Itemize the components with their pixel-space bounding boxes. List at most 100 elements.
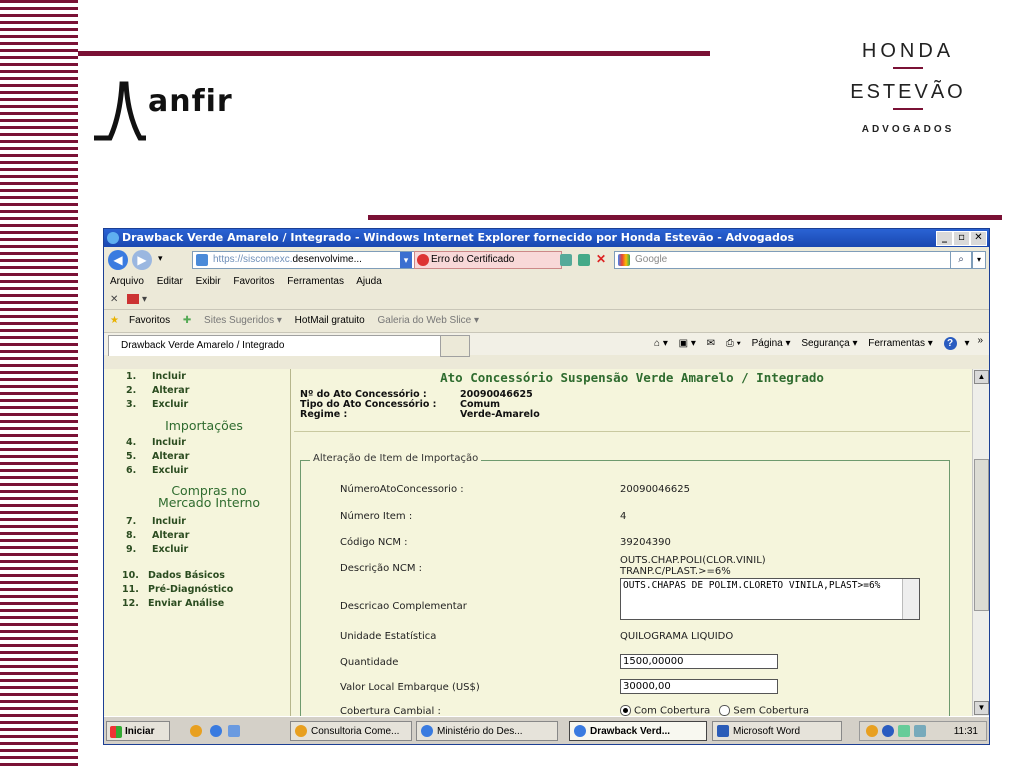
cobertura-options: Com Cobertura Sem Cobertura [620, 705, 809, 716]
menu-favoritos[interactable]: Favoritos [233, 276, 274, 287]
back-button[interactable]: ◀ [108, 250, 128, 270]
task-drawback[interactable]: Drawback Verd... [569, 721, 707, 741]
cmd-ferramentas[interactable]: Ferramentas ▾ [868, 338, 932, 349]
maximize-button[interactable]: ▫ [953, 231, 970, 246]
nav-item-enviar-analise[interactable]: 12. Enviar Análise [122, 598, 224, 609]
nav-label: Incluir [152, 371, 186, 382]
task-consultoria[interactable]: Consultoria Come... [290, 721, 412, 741]
task-ministerio[interactable]: Ministério do Des... [416, 721, 558, 741]
new-tab-button[interactable] [440, 335, 470, 357]
start-button[interactable]: Iniciar [106, 721, 170, 741]
search-placeholder: Google [635, 254, 668, 265]
close-addon-icon[interactable]: ✕ [110, 294, 118, 305]
logo-line-advogados: ADVOGADOS [861, 124, 955, 135]
search-icon[interactable]: ⌕ [950, 251, 972, 269]
url-dropdown-icon[interactable]: ▾ [400, 252, 412, 268]
menu-ferramentas[interactable]: Ferramentas [287, 276, 344, 287]
textarea-scrollbar[interactable] [902, 579, 919, 619]
fav-galeria[interactable]: Galeria do Web Slice ▾ [377, 315, 479, 326]
nav-num: 12. [122, 598, 139, 609]
addon-icon[interactable] [127, 294, 140, 305]
nav-num: 7. [126, 516, 137, 527]
scroll-up-icon[interactable]: ▲ [974, 370, 989, 384]
window-titlebar[interactable]: Drawback Verde Amarelo / Integrado - Win… [104, 229, 989, 247]
valor-input[interactable]: 30000,00 [620, 679, 778, 694]
nav-num: 5. [126, 451, 137, 462]
tray-icon-4[interactable] [914, 725, 926, 737]
numero-ato-value: 20090046625 [620, 484, 690, 495]
history-dropdown-icon[interactable]: ▾ [158, 253, 163, 264]
fav-sites-sugeridos[interactable]: Sites Sugeridos ▾ [204, 315, 282, 326]
taskbar: Iniciar Consultoria Come... Ministério d… [104, 716, 989, 744]
search-input[interactable]: Google [614, 251, 966, 269]
nav-num: 10. [122, 570, 139, 581]
nav-item-incluir-compras[interactable]: 7. Incluir [126, 516, 186, 527]
menu-arquivo[interactable]: Arquivo [110, 276, 144, 287]
mail-icon[interactable]: ✉ [707, 338, 715, 349]
task-app-icon [295, 725, 307, 737]
menu-ajuda[interactable]: Ajuda [356, 276, 382, 287]
nav-num: 1. [126, 371, 137, 382]
minimize-button[interactable]: _ [936, 231, 953, 246]
nav-item-dados-basicos[interactable]: 10. Dados Básicos [122, 570, 225, 581]
url-domain: desenvolvime... [292, 254, 362, 265]
numero-item-value: 4 [620, 511, 627, 522]
add-favorite-icon[interactable]: ✚ [183, 315, 191, 326]
close-button[interactable]: ✕ [970, 231, 987, 246]
radio-sem-cobertura[interactable] [719, 705, 731, 716]
nav-item-incluir[interactable]: 1. Incluir [126, 371, 186, 382]
nav-item-alterar-compras[interactable]: 8. Alterar [126, 530, 189, 541]
desc-comp-textarea[interactable]: OUTS.CHAPAS DE POLIM.CLORETO VINILA,PLAS… [620, 578, 920, 620]
clock[interactable]: 11:31 [954, 726, 978, 737]
forward-button[interactable]: ▶ [132, 250, 152, 270]
cmd-pagina[interactable]: Página ▾ [752, 338, 791, 349]
nav-item-excluir-compras[interactable]: 9. Excluir [126, 544, 188, 555]
addon-dropdown-icon[interactable]: ▾ [142, 294, 147, 305]
feeds-icon[interactable]: ▣ ▾ [679, 338, 696, 349]
sem-cobertura-label: Sem Cobertura [733, 705, 810, 717]
quicklaunch-ie-icon[interactable] [210, 725, 222, 737]
quantidade-input[interactable]: 1500,00000 [620, 654, 778, 669]
refresh-icon[interactable] [578, 254, 590, 266]
certificate-error-button[interactable]: Erro do Certificado [414, 251, 562, 269]
help-icon[interactable]: ? [943, 337, 957, 350]
fav-hotmail[interactable]: HotMail gratuito [295, 315, 365, 326]
nav-item-excluir-importacao[interactable]: 6. Excluir [126, 465, 188, 476]
nav-item-alterar-importacao[interactable]: 5. Alterar [126, 451, 189, 462]
quicklaunch-icon-3[interactable] [228, 725, 240, 737]
url-field[interactable]: https://siscomexc.desenvolvime... [192, 251, 426, 269]
nav-item-pre-diagnostico[interactable]: 11. Pré-Diagnóstico [122, 584, 233, 595]
middle-rule [368, 215, 1002, 220]
scroll-down-icon[interactable]: ▼ [974, 701, 989, 715]
nav-label: Alterar [152, 451, 190, 462]
tray-network-icon[interactable] [898, 725, 910, 737]
tab-drawback[interactable]: Drawback Verde Amarelo / Integrado [108, 335, 442, 356]
nav-item-excluir[interactable]: 3. Excluir [126, 399, 188, 410]
compatibility-icon[interactable] [560, 254, 572, 266]
nav-label: Incluir [152, 437, 186, 448]
search-options-icon[interactable]: ▾ [972, 251, 986, 269]
quicklaunch-icon-1[interactable] [190, 725, 202, 737]
chevron-more-icon[interactable]: » [977, 335, 983, 346]
task-ie-icon [574, 725, 586, 737]
browser-window: Drawback Verde Amarelo / Integrado - Win… [103, 228, 990, 745]
nav-item-incluir-importacao[interactable]: 4. Incluir [126, 437, 186, 448]
scroll-thumb[interactable] [974, 459, 989, 611]
menu-editar[interactable]: Editar [157, 276, 183, 287]
home-icon[interactable]: ⌂ ▾ [654, 338, 668, 349]
tray-icon-1[interactable] [866, 725, 878, 737]
nav-item-alterar[interactable]: 2. Alterar [126, 385, 189, 396]
print-icon[interactable]: ⎙ ▾ [726, 338, 741, 349]
nav-label: Pré-Diagnóstico [148, 584, 234, 595]
valor-label: Valor Local Embarque (US$) [340, 682, 480, 693]
divider [294, 431, 970, 432]
tray-icon-2[interactable] [882, 725, 894, 737]
menu-exibir[interactable]: Exibir [196, 276, 221, 287]
task-word[interactable]: Microsoft Word [712, 721, 842, 741]
page-scrollbar[interactable]: ▲ ▼ [972, 369, 989, 716]
stop-icon[interactable]: ✕ [596, 252, 606, 266]
favorites-button[interactable]: Favoritos [129, 315, 170, 326]
radio-com-cobertura[interactable] [620, 705, 631, 716]
cmd-seguranca[interactable]: Segurança ▾ [801, 338, 857, 349]
decorative-stripes [0, 0, 78, 768]
